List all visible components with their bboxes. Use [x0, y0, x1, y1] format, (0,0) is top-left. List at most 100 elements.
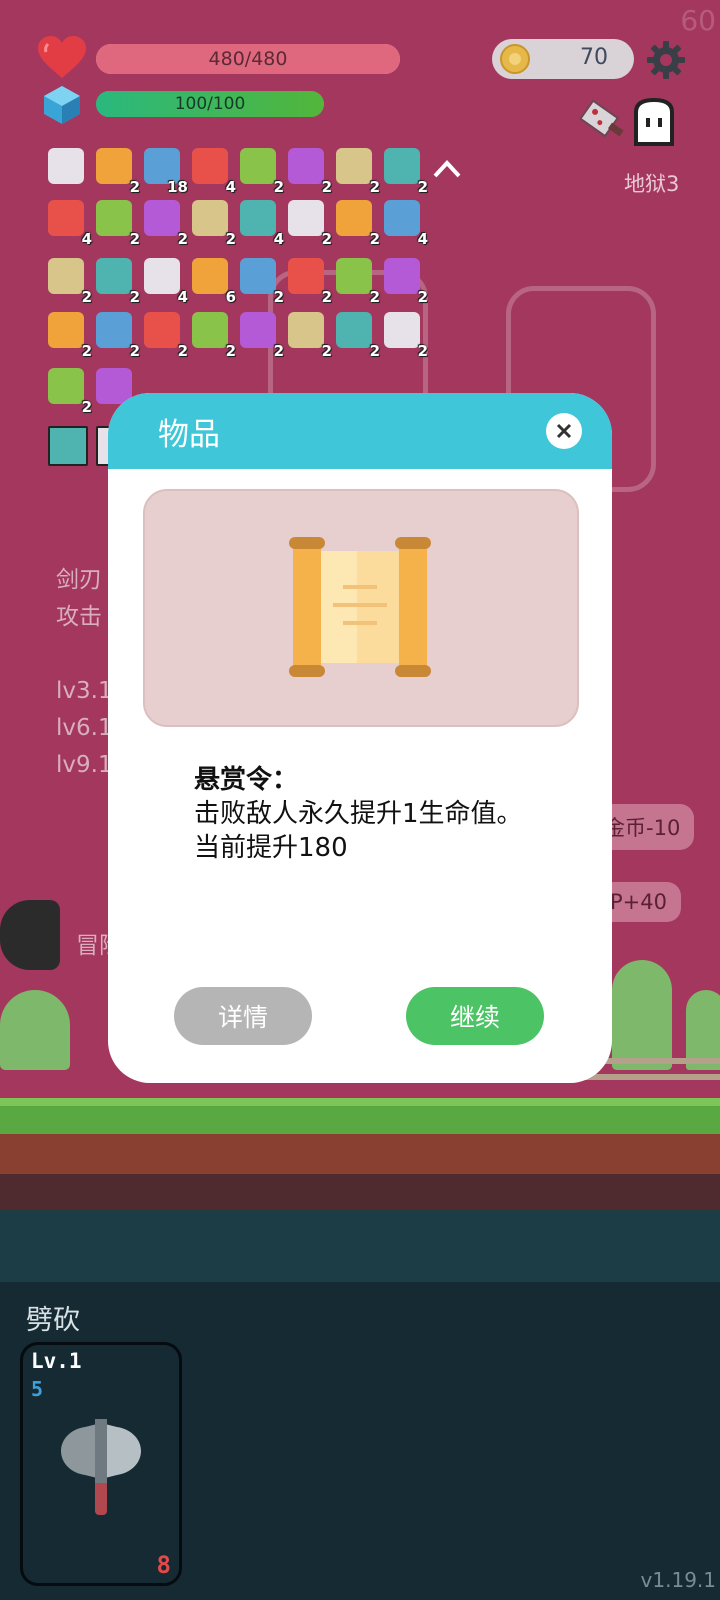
- item-count: 2: [369, 342, 380, 360]
- collapse-chevron-icon[interactable]: [432, 158, 462, 180]
- inventory-item[interactable]: 2: [44, 256, 92, 306]
- item-count: 2: [225, 342, 236, 360]
- inventory-item[interactable]: 2: [44, 366, 92, 416]
- item-count: 2: [321, 178, 332, 196]
- inventory-item[interactable]: 2: [236, 256, 284, 306]
- inventory-item[interactable]: 2: [332, 146, 380, 196]
- inventory-item[interactable]: 2: [380, 310, 428, 360]
- rune-tile-icon: [48, 426, 88, 466]
- fence: [580, 1074, 720, 1080]
- inventory-item[interactable]: 2: [92, 146, 140, 196]
- item-count: 2: [81, 288, 92, 306]
- inventory-item[interactable]: 2: [284, 256, 332, 306]
- bomb-icon: [192, 200, 228, 236]
- thermometer-icon: [336, 200, 372, 236]
- inventory-item[interactable]: 2: [284, 198, 332, 248]
- lime-icon: [192, 258, 228, 294]
- item-effect: 击败敌人永久提升1生命值。: [194, 799, 523, 829]
- item-count: 2: [129, 288, 140, 306]
- inventory-item[interactable]: 2: [284, 310, 332, 360]
- skill-level: Lv.1: [31, 1349, 82, 1373]
- tree: [612, 960, 672, 1070]
- skill-cost: 5: [31, 1377, 44, 1401]
- coin-counter: 70: [492, 39, 634, 79]
- item-count: 2: [129, 178, 140, 196]
- bg-line: lv3.1: [56, 678, 113, 704]
- inventory-item[interactable]: 2: [44, 310, 92, 360]
- inventory-item[interactable]: 2: [188, 310, 236, 360]
- stage-label: 地狱3: [624, 172, 680, 196]
- inventory-item[interactable]: 6: [188, 256, 236, 306]
- card-icon: [192, 312, 228, 348]
- pin-icon: [288, 258, 324, 294]
- list-icon: [48, 258, 84, 294]
- item-count: 2: [321, 342, 332, 360]
- coin-icon: [500, 44, 530, 74]
- inventory-item[interactable]: 2: [284, 146, 332, 196]
- scroll-banner-icon: [96, 148, 132, 184]
- crystal-ball-icon: [288, 200, 324, 236]
- scroll-banner-icon: [240, 148, 276, 184]
- inventory-item[interactable]: 18: [140, 146, 188, 196]
- item-count: 4: [81, 230, 92, 248]
- dialog-title: 物品: [158, 417, 220, 453]
- close-button[interactable]: [546, 413, 582, 449]
- item-count: 2: [81, 398, 92, 416]
- cleaver-icon: [579, 99, 624, 138]
- inventory-item[interactable]: 2: [92, 198, 140, 248]
- version-label: v1.19.1: [640, 1568, 716, 1592]
- inventory-item[interactable]: 2: [92, 256, 140, 306]
- magnet-icon: [96, 200, 132, 236]
- inventory-item[interactable]: 4: [44, 198, 92, 248]
- coin-amount: 70: [580, 45, 608, 70]
- bg-line: lv6.1: [56, 715, 113, 741]
- inventory-item[interactable]: [44, 146, 88, 190]
- inventory-item[interactable]: 2: [140, 310, 188, 360]
- inventory-item[interactable]: 2: [332, 310, 380, 360]
- hp-bar: 480/480: [96, 44, 400, 74]
- skill-card-chop[interactable]: Lv.1 5 8: [20, 1342, 182, 1586]
- inventory-item[interactable]: 2: [332, 198, 380, 248]
- skill-section-label: 劈砍: [26, 1305, 80, 1336]
- mushroom-icon: [48, 200, 84, 236]
- inventory-item[interactable]: 2: [140, 198, 188, 248]
- item-dialog: 物品 悬赏令： 击败敌人永久提升1生命值。 当前提升180 详情 继续: [108, 393, 612, 1083]
- inventory-item[interactable]: 2: [92, 310, 140, 360]
- inventory-item[interactable]: 4: [188, 146, 236, 196]
- inventory-item[interactable]: 2: [380, 256, 428, 306]
- inventory-item[interactable]: 4: [380, 198, 428, 248]
- continue-button[interactable]: 继续: [406, 987, 544, 1045]
- ruby-icon: [384, 312, 420, 348]
- dirt: [0, 1134, 720, 1174]
- inventory-item[interactable]: 2: [236, 310, 284, 360]
- item-count: 2: [369, 178, 380, 196]
- inventory-item[interactable]: 2: [236, 146, 284, 196]
- inventory-item[interactable]: 2: [332, 256, 380, 306]
- item-count: 2: [273, 178, 284, 196]
- bg-line: 剑刃: [56, 567, 102, 593]
- item-count: 4: [225, 178, 236, 196]
- details-button[interactable]: 详情: [174, 987, 312, 1045]
- crown-icon: [48, 312, 84, 348]
- inventory-item[interactable]: 4: [140, 256, 188, 306]
- inventory-item[interactable]: 2: [188, 198, 236, 248]
- bg-skill-text: 剑刃 攻击 lv3.1 lv6.1 lv9.1: [56, 562, 113, 784]
- gear-icon[interactable]: [646, 40, 686, 80]
- potion-icon: [144, 312, 180, 348]
- inventory-item[interactable]: [44, 424, 88, 468]
- bg-line: 攻击: [56, 604, 102, 630]
- enemy-silhouette: [0, 900, 60, 970]
- item-count: 2: [369, 288, 380, 306]
- map-icon: [192, 148, 228, 184]
- chain-icon: [96, 258, 132, 294]
- skill-damage: 8: [156, 1551, 171, 1579]
- tube-icon: [96, 312, 132, 348]
- tools-icon: [384, 200, 420, 236]
- arrows-icon: [288, 312, 324, 348]
- ghost-icon[interactable]: [630, 98, 678, 148]
- inventory-item[interactable]: 2: [380, 146, 428, 196]
- inventory-item[interactable]: 4: [236, 198, 284, 248]
- item-count: 4: [273, 230, 284, 248]
- tree: [0, 990, 70, 1070]
- item-count: 2: [273, 342, 284, 360]
